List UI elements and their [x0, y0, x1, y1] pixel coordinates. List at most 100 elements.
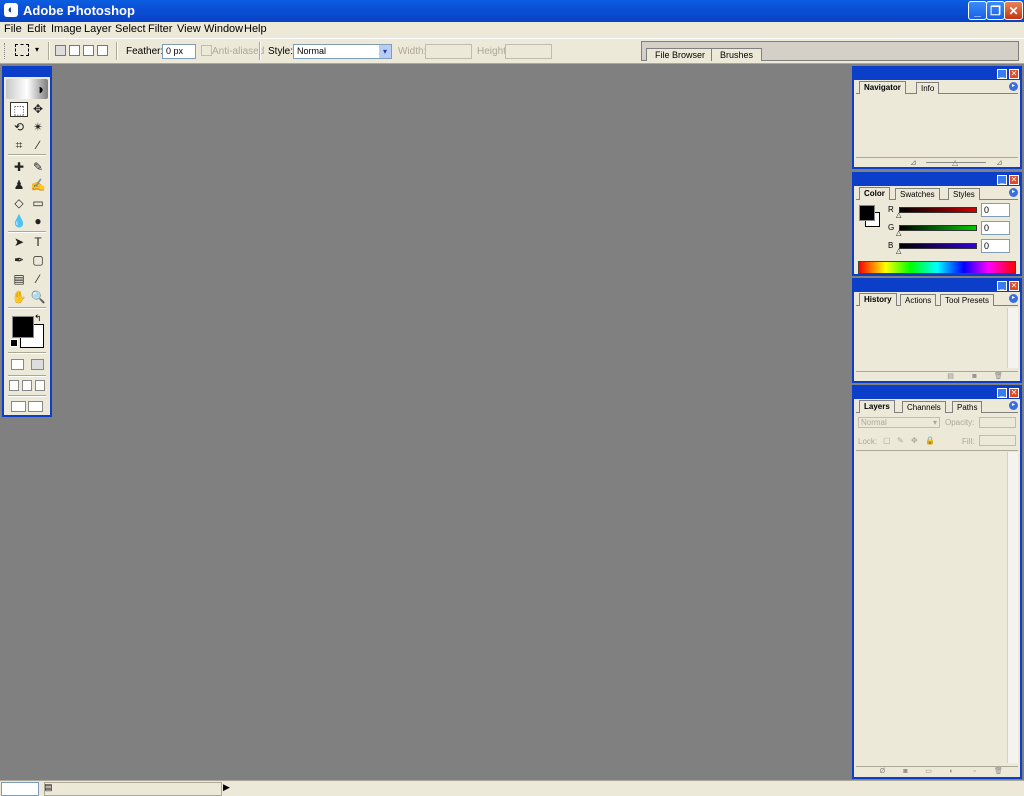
eraser-tool[interactable]: ◇	[10, 196, 28, 211]
red-slider[interactable]	[899, 207, 977, 213]
tab-paths[interactable]: Paths	[952, 401, 983, 413]
close-palette-icon[interactable]: ✕	[1009, 175, 1019, 185]
color-ramp[interactable]	[858, 261, 1016, 274]
eyedropper-tool[interactable]: ⁄	[29, 272, 47, 287]
full-screen-mode-icon[interactable]	[35, 380, 45, 391]
menu-help[interactable]: Help	[244, 23, 267, 35]
new-document-from-state-icon[interactable]: ▤	[946, 373, 955, 381]
photoshop-logo-icon[interactable]: ◑	[6, 79, 48, 99]
jump-to-imageready-alt-icon[interactable]	[28, 401, 43, 412]
rectangular-marquee-tool[interactable]: ⬚	[10, 102, 28, 117]
blue-slider[interactable]	[899, 243, 977, 249]
hand-tool[interactable]: ✋	[10, 290, 28, 305]
width-input[interactable]	[425, 44, 472, 59]
menu-window[interactable]: Window	[204, 23, 243, 35]
menu-layer[interactable]: Layer	[84, 23, 112, 35]
default-colors-icon[interactable]	[10, 339, 18, 347]
new-set-icon[interactable]: ▭	[924, 768, 933, 776]
close-palette-icon[interactable]: ✕	[1009, 281, 1019, 291]
fill-input[interactable]	[979, 435, 1016, 446]
layer-style-icon[interactable]: Ø	[878, 768, 887, 776]
layers-scrollbar[interactable]	[1007, 452, 1018, 763]
marquee-preset-icon[interactable]	[15, 44, 29, 56]
tab-actions[interactable]: Actions	[900, 294, 937, 306]
menu-edit[interactable]: Edit	[27, 23, 46, 35]
gradient-tool[interactable]: ▭	[29, 196, 47, 211]
path-selection-tool[interactable]: ➤	[10, 235, 28, 250]
close-palette-icon[interactable]: ✕	[1009, 388, 1019, 398]
slider-thumb-icon[interactable]: △	[896, 211, 901, 219]
tab-brushes[interactable]: Brushes	[711, 48, 763, 61]
blend-mode-select[interactable]: Normal ▾	[858, 417, 940, 428]
crop-tool[interactable]: ⌗	[10, 138, 28, 153]
palette-menu-icon[interactable]: ▸	[1009, 188, 1018, 197]
palette-menu-icon[interactable]: ▸	[1009, 294, 1018, 303]
feather-input[interactable]: 0 px	[162, 44, 196, 59]
tab-swatches[interactable]: Swatches	[895, 188, 940, 200]
palette-titlebar[interactable]	[854, 387, 1020, 399]
palette-titlebar[interactable]	[854, 174, 1020, 186]
preset-dropdown-icon[interactable]: ▾	[35, 45, 39, 54]
menu-select[interactable]: Select	[115, 23, 146, 35]
palette-titlebar[interactable]	[854, 68, 1020, 80]
lock-all-icon[interactable]: 🔒	[925, 436, 935, 445]
status-menu-arrow-icon[interactable]: ▶	[223, 782, 230, 793]
opacity-input[interactable]	[979, 417, 1016, 428]
foreground-color-swatch[interactable]	[859, 205, 875, 221]
foreground-color-swatch[interactable]	[12, 316, 34, 338]
swap-colors-icon[interactable]: ↰	[34, 313, 42, 324]
history-scrollbar[interactable]	[1007, 308, 1018, 368]
options-grip[interactable]	[4, 43, 8, 59]
create-snapshot-icon[interactable]: ◙	[970, 373, 979, 381]
height-input[interactable]	[505, 44, 552, 59]
tab-channels[interactable]: Channels	[902, 401, 946, 413]
close-palette-icon[interactable]: ✕	[1009, 69, 1019, 79]
tab-layers[interactable]: Layers	[859, 400, 895, 413]
full-screen-menu-mode-icon[interactable]	[22, 380, 32, 391]
toolbox-header[interactable]	[4, 68, 50, 77]
new-layer-icon[interactable]: ▫	[970, 768, 979, 776]
lock-transparent-icon[interactable]: ▢	[883, 436, 891, 445]
tab-tool-presets[interactable]: Tool Presets	[940, 294, 995, 306]
close-button[interactable]: ✕	[1004, 1, 1023, 20]
adjustment-layer-icon[interactable]: ◐	[947, 768, 956, 776]
add-to-selection-icon[interactable]	[69, 45, 80, 56]
palette-menu-icon[interactable]: ▸	[1009, 82, 1018, 91]
dodge-tool[interactable]: ●	[29, 214, 47, 229]
red-value-input[interactable]: 0	[981, 203, 1010, 217]
type-tool[interactable]: T	[29, 235, 47, 250]
zoom-tool[interactable]: 🔍	[29, 290, 47, 305]
menu-file[interactable]: File	[4, 23, 22, 35]
trash-icon[interactable]: 🗑	[994, 768, 1003, 776]
blue-value-input[interactable]: 0	[981, 239, 1010, 253]
magic-wand-tool[interactable]: ✴	[29, 120, 47, 135]
clone-stamp-tool[interactable]: ♟	[10, 178, 28, 193]
slider-thumb-icon[interactable]: △	[896, 229, 901, 237]
quick-mask-icon[interactable]	[31, 359, 44, 370]
subtract-from-selection-icon[interactable]	[83, 45, 94, 56]
tab-file-browser[interactable]: File Browser	[646, 48, 715, 61]
tab-color[interactable]: Color	[859, 187, 890, 200]
zoom-out-icon[interactable]: ⊿	[910, 158, 917, 167]
standard-screen-mode-icon[interactable]	[9, 380, 19, 391]
zoom-field[interactable]	[1, 782, 39, 796]
minimize-palette-icon[interactable]: _	[997, 175, 1007, 185]
zoom-in-icon[interactable]: ⊿	[996, 158, 1003, 167]
new-selection-icon[interactable]	[55, 45, 66, 56]
move-tool[interactable]: ✥	[29, 102, 47, 117]
trash-icon[interactable]: 🗑	[994, 373, 1003, 381]
menu-filter[interactable]: Filter	[148, 23, 172, 35]
layer-mask-icon[interactable]: ◙	[901, 768, 910, 776]
intersect-selection-icon[interactable]	[97, 45, 108, 56]
lasso-tool[interactable]: ⟲	[10, 120, 28, 135]
minimize-palette-icon[interactable]: _	[997, 69, 1007, 79]
green-slider[interactable]	[899, 225, 977, 231]
lock-position-icon[interactable]: ✥	[911, 436, 918, 445]
tab-navigator[interactable]: Navigator	[859, 81, 906, 94]
minimize-button[interactable]: _	[968, 1, 987, 20]
jump-to-imageready-icon[interactable]	[11, 401, 26, 412]
blur-tool[interactable]: 💧	[10, 214, 28, 229]
minimize-palette-icon[interactable]: _	[997, 388, 1007, 398]
history-brush-tool[interactable]: ✍	[29, 178, 47, 193]
tab-history[interactable]: History	[859, 293, 897, 306]
